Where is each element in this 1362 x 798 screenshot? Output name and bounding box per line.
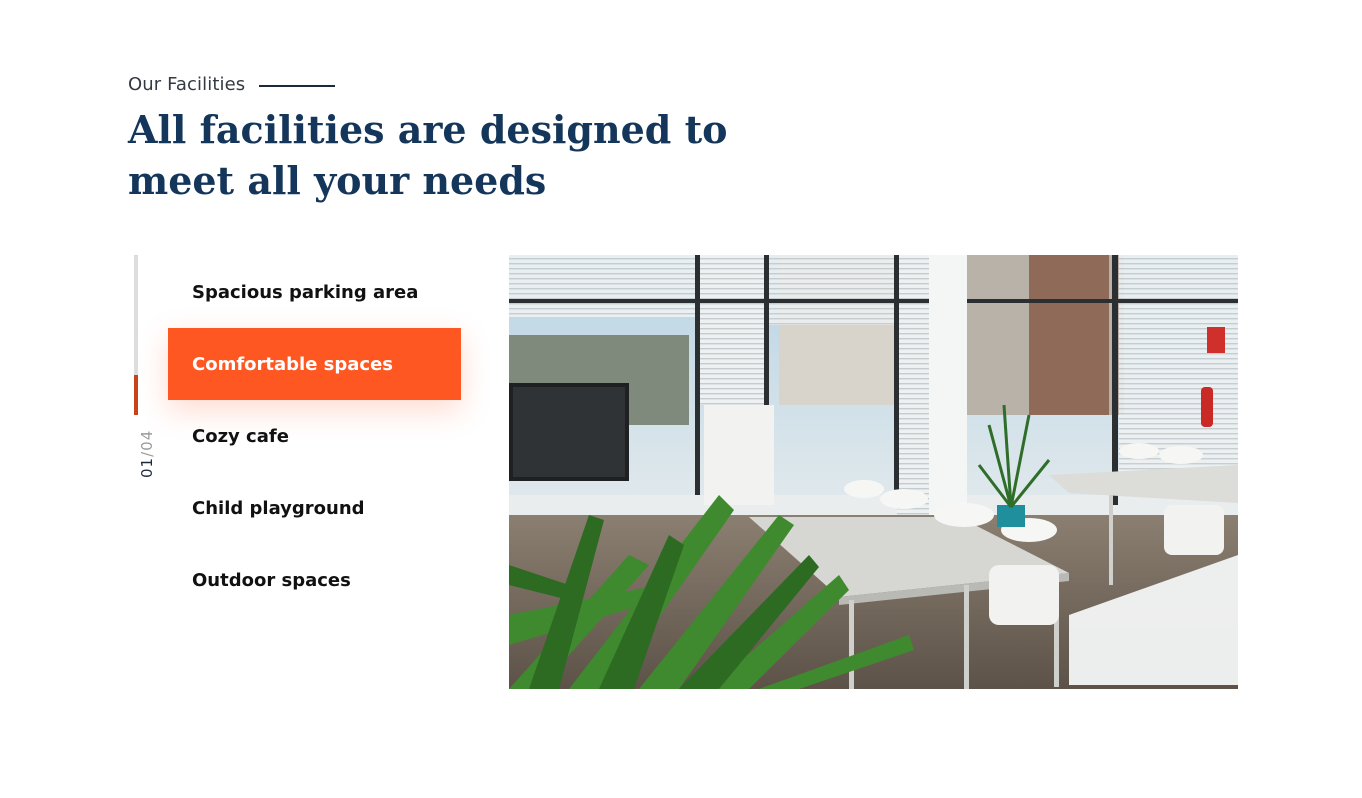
tab-label: Cozy cafe xyxy=(192,425,289,447)
facilities-section: Our Facilities All facilities are design… xyxy=(0,0,1362,798)
tab-comfortable-spaces[interactable]: Comfortable spaces xyxy=(168,328,461,400)
tab-child-playground[interactable]: Child playground xyxy=(168,472,461,544)
tab-label: Spacious parking area xyxy=(192,281,419,303)
facility-photo xyxy=(509,255,1238,689)
tab-outdoor-spaces[interactable]: Outdoor spaces xyxy=(168,544,461,616)
section-headline: All facilities are designed to meet all … xyxy=(128,107,728,203)
tab-cozy-cafe[interactable]: Cozy cafe xyxy=(168,400,461,472)
slide-counter-total: /04 xyxy=(138,429,156,457)
slide-counter-current: 01 xyxy=(138,456,156,478)
tab-progress-fill xyxy=(134,375,138,415)
tab-label: Outdoor spaces xyxy=(192,569,351,591)
tab-label: Child playground xyxy=(192,497,365,519)
section-eyebrow: Our Facilities xyxy=(128,74,336,95)
facility-tab-list: Spacious parking area Comfortable spaces… xyxy=(168,256,461,616)
eyebrow-divider xyxy=(259,84,336,87)
tab-label: Comfortable spaces xyxy=(192,353,394,375)
slide-counter: 01/04 xyxy=(138,430,156,478)
eyebrow-label: Our Facilities xyxy=(128,74,246,95)
tab-spacious-parking-area[interactable]: Spacious parking area xyxy=(168,256,461,328)
tab-progress-track xyxy=(134,255,138,415)
